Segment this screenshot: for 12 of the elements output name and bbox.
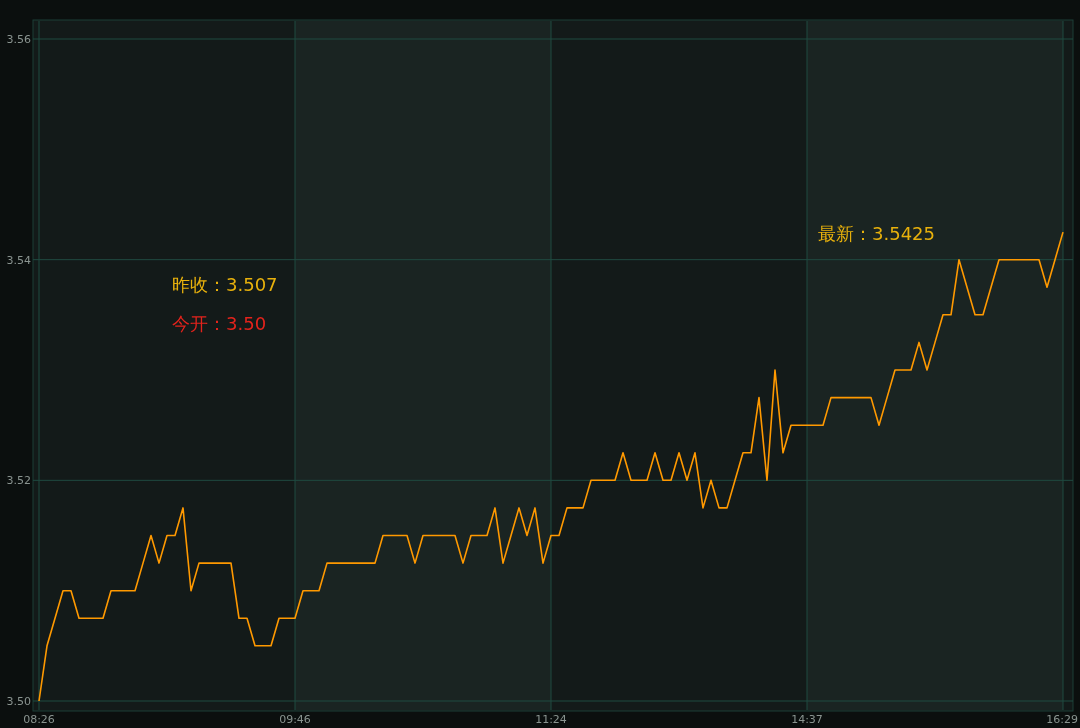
y-axis-label: 3.56 xyxy=(6,33,31,46)
x-axis-label: 14:37 xyxy=(791,713,823,726)
y-axis-label: 3.52 xyxy=(6,474,31,488)
y-axis-label: 3.54 xyxy=(6,253,31,267)
x-axis-label: 09:46 xyxy=(279,713,311,726)
y-axis-label: 3.50 xyxy=(6,695,31,708)
x-axis-label: 08:26 xyxy=(23,713,55,726)
x-axis-label: 16:29 xyxy=(1046,713,1078,726)
x-axis-label: 11:24 xyxy=(535,713,567,726)
price-label: 最新：3.5425 xyxy=(818,223,935,244)
price-label: 昨收：3.507 xyxy=(172,274,278,295)
price-label: 今开：3.50 xyxy=(172,313,267,334)
